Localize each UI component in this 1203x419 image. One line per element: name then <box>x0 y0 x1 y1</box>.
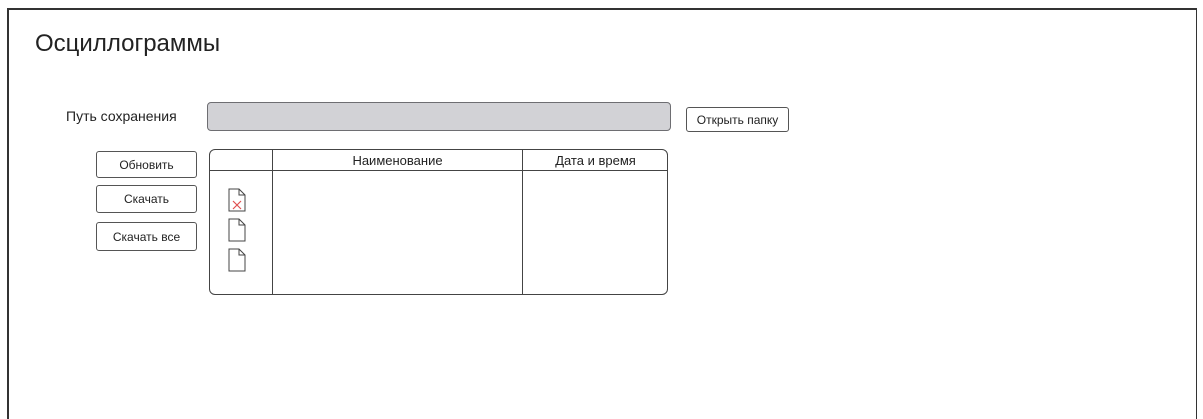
column-header-name[interactable]: Наименование <box>273 151 522 169</box>
column-header-datetime[interactable]: Дата и время <box>523 151 667 169</box>
save-path-label: Путь сохранения <box>66 108 177 124</box>
refresh-button[interactable]: Обновить <box>96 151 197 178</box>
column-divider <box>272 150 273 294</box>
file-error-icon[interactable] <box>228 188 246 212</box>
save-path-input[interactable] <box>207 102 671 131</box>
oscillogram-table[interactable]: Наименование Дата и время <box>209 149 668 295</box>
file-icon-column <box>228 188 250 278</box>
file-icon[interactable] <box>228 248 246 272</box>
page-title: Осциллограммы <box>35 30 221 57</box>
header-divider <box>210 170 667 171</box>
open-folder-button[interactable]: Открыть папку <box>686 107 789 132</box>
file-icon[interactable] <box>228 218 246 242</box>
download-all-button[interactable]: Скачать все <box>96 222 197 251</box>
download-button[interactable]: Скачать <box>96 185 197 213</box>
column-divider <box>522 150 523 294</box>
